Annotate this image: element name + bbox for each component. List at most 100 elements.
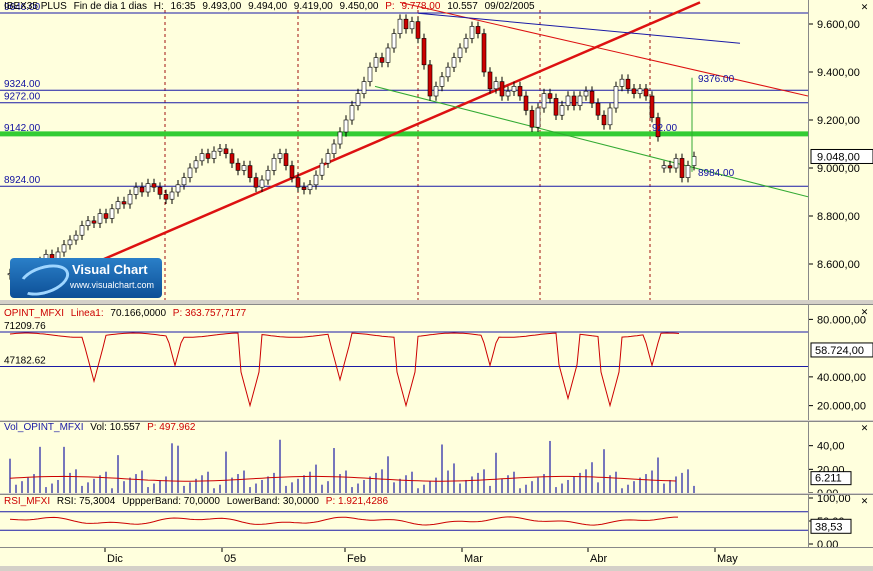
y-tick-label: 40.000,00 [817,372,866,384]
candle-body [523,95,529,111]
candle-body [259,179,265,188]
close-vol-pane-icon[interactable]: ✕ [859,423,870,434]
candle-body [505,90,511,97]
candle-body [481,33,487,73]
candle-body [151,183,157,188]
candle-body [493,81,499,90]
price-pane[interactable]: 9646.00 9324.00 9272.00 9142.00 8924.00 9376.… [0,0,808,300]
low-value: 9.419,00 [293,1,333,12]
candle-body [133,186,139,195]
candle-body [163,194,169,200]
candle-body [301,186,307,190]
current-price-label: 9.048,00 [817,151,860,163]
candle-body [85,220,91,226]
y-tick-label: 0,00 [817,488,838,493]
candle-body [271,158,277,171]
candle-body [601,114,607,126]
candle-body [265,170,271,181]
candle-body [595,102,601,116]
candle-body [571,95,577,106]
oi-axis-svg: 80.000,0040.000,0020.000,0058.724,00 [809,314,873,413]
y-tick-label: 8.800,00 [817,211,860,223]
close-rsi-pane-icon[interactable]: ✕ [859,496,870,507]
candle-body [295,177,301,188]
oi-name: OPINT_MFXI [4,308,65,319]
candle-body [229,153,235,164]
candle-body [643,88,649,97]
time-axis-svg: Dic 05 Feb Mar Abr May [104,548,738,565]
candle-body [385,47,391,63]
oi-line [9,332,680,408]
time-axis[interactable]: Dic 05 Feb Mar Abr May [0,547,873,566]
rsi-current-label: 38,53 [815,521,843,533]
candle-body [469,26,475,39]
candle-body [619,78,625,87]
candle-body [559,105,565,116]
rsi-header: RSI_MFXI RSI: 75,3004 UppperBand: 70,000… [4,496,392,507]
y-tick-label: 9.400,00 [817,67,860,79]
vol-current-label: 6.211 [815,473,842,485]
symbol-label: IBEX35 PLUS [4,1,67,12]
candle-body [355,93,361,106]
candle-body [457,47,463,58]
candle-body [451,57,457,68]
high-value: 9.494,00 [248,1,288,12]
vol-axis[interactable]: 40,0020,000,006.211 ✕ [808,421,873,493]
candle-body [79,225,85,236]
candle-body [541,93,547,109]
logo-url: www.visualchart.com [70,280,155,290]
date-value: 09/02/2005 [484,1,535,12]
oi-p: P: 363.757,7177 [172,308,247,319]
rsi-axis[interactable]: 100,0050,000,0038,53 ✕ [808,494,873,547]
y-tick-label: 9.000,00 [817,163,860,175]
time-value: 16:35 [170,1,196,12]
y-tick-label: 0,00 [817,539,838,547]
rsi-pane[interactable]: RSI_MFXI RSI: 75,3004 UppperBand: 70,000… [0,494,808,547]
open-interest-chart[interactable]: 71209.76 47182.62 [0,305,808,420]
close-oi-pane-icon[interactable]: ✕ [859,307,870,318]
candle-body [247,165,253,178]
candle-body [421,38,427,66]
oi-axis[interactable]: 80.000,00 40.000,00 20.000,00 58.724,00 ✕ [808,304,873,420]
price-axis[interactable]: 9.600,00 9.400,00 9.200,00 9.000,00 8.800,00… [808,0,873,300]
oi-level-label: 47182.62 [4,356,46,367]
candle-body [145,183,151,193]
candle-body [679,158,685,178]
candle-body [67,239,73,246]
candle-body [637,88,643,94]
candle-body [565,95,571,106]
candle-body [517,86,523,97]
candle-body [445,66,451,78]
candle-body [427,64,433,97]
x-tick-label: May [717,553,738,565]
y-tick-label: 20.000,00 [817,401,866,413]
candle-body [349,105,355,121]
h-label: H: [153,1,164,12]
candle-body [499,81,505,97]
logo-title: Visual Chart [72,262,148,277]
annotation-label: 9376.00 [698,74,735,85]
candle-body [577,95,583,106]
x-tick-label: Feb [347,553,366,565]
oi-value: 70.166,0000 [110,308,167,319]
candle-body [241,165,247,171]
candle-body [439,76,445,87]
open-interest-pane[interactable]: 71209.76 47182.62 OPINT_MFXI Linea1: 70.1… [0,304,808,420]
candle-body [115,201,121,210]
y-tick-label: 9.200,00 [817,115,860,127]
candle-body [325,153,331,164]
annotation-label: 92.00 [652,123,677,134]
close-value: 9.450,00 [339,1,379,12]
oi-line-label: Linea1: [70,308,104,319]
volume-pane[interactable]: Vol_OPINT_MFXI Vol: 10.557 P: 497.962 [0,421,808,493]
logo-swoosh-icon [14,258,74,300]
level-label: 9324.00 [4,79,41,90]
candle-body [175,184,181,193]
candle-body [529,110,535,128]
candle-body [205,153,211,159]
close-pane-icon[interactable]: ✕ [859,2,870,13]
candle-body [487,71,493,90]
candle-body [181,177,187,186]
annotation-label: 8984.00 [698,168,735,179]
price-chart[interactable]: 9646.009324.009272.009142.008924.009376.… [0,0,808,300]
